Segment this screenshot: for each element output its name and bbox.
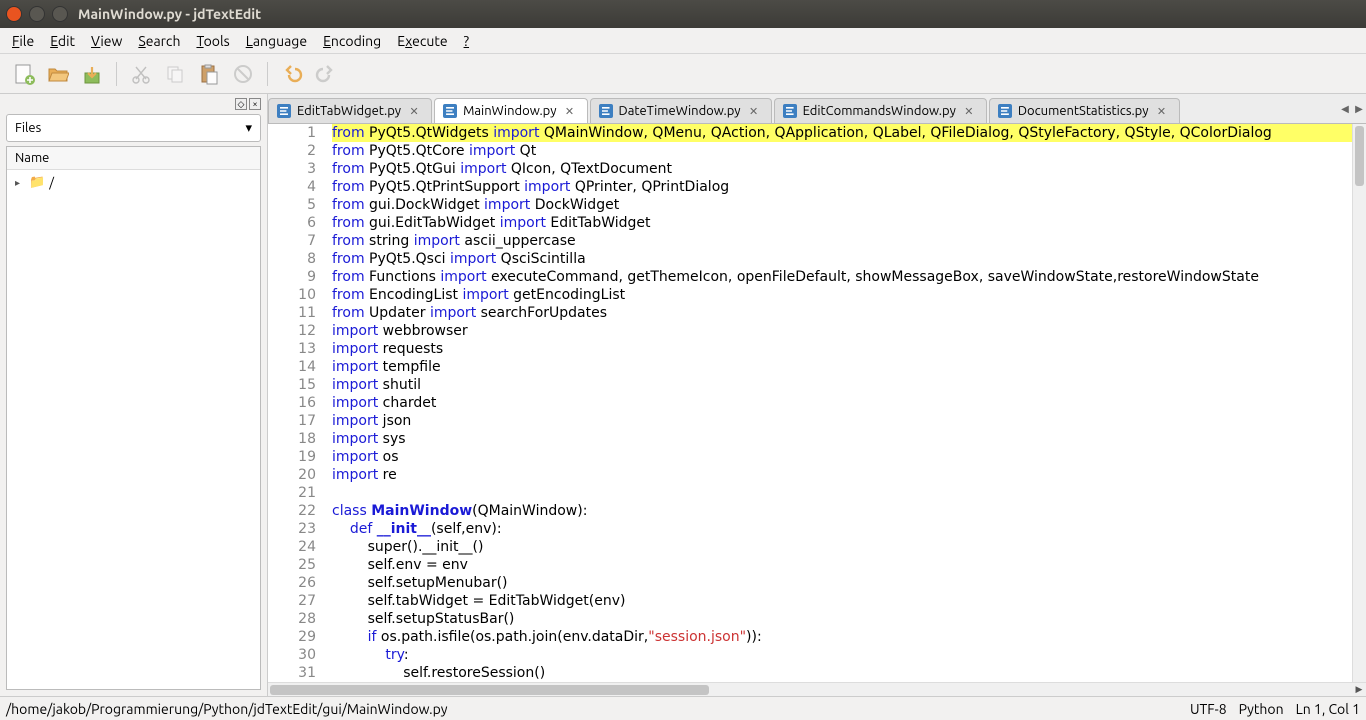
- file-icon: [277, 104, 291, 118]
- status-file-path: /home/jakob/Programmierung/Python/jdText…: [6, 701, 448, 717]
- file-icon: [998, 104, 1012, 118]
- window-controls: [6, 6, 68, 22]
- undo-button[interactable]: [278, 60, 306, 88]
- tab-close-button[interactable]: ✕: [407, 104, 421, 118]
- toolbar-separator: [267, 62, 268, 86]
- redo-button[interactable]: [312, 60, 340, 88]
- tab-label: DateTimeWindow.py: [619, 104, 741, 118]
- tree-root-row[interactable]: ▸ 📁 /: [11, 174, 256, 191]
- tab-label: EditCommandsWindow.py: [803, 104, 956, 118]
- tab-edittabwidget-py[interactable]: EditTabWidget.py ✕: [268, 98, 432, 123]
- line-number-gutter: 1234567891011121314151617181920212223242…: [268, 124, 326, 682]
- sidebar-undock-button[interactable]: ◇: [235, 98, 247, 110]
- code-content[interactable]: from PyQt5.QtWidgets import QMainWindow,…: [326, 124, 1352, 682]
- window-title: MainWindow.py - jdTextEdit: [78, 6, 261, 22]
- main-area: ◇ × Files ▾ Name ▸ 📁 / EditTabWidget.py ✕…: [0, 94, 1366, 696]
- menu-tools[interactable]: Tools: [188, 30, 237, 52]
- window-maximize-button[interactable]: [52, 6, 68, 22]
- dropdown-icon: ▾: [245, 121, 252, 136]
- titlebar: MainWindow.py - jdTextEdit: [0, 0, 1366, 28]
- tab-mainwindow-py[interactable]: MainWindow.py ✕: [434, 98, 587, 123]
- menu-search[interactable]: Search: [130, 30, 188, 52]
- horizontal-scrollbar-thumb[interactable]: [270, 685, 709, 695]
- tab-editcommandswindow-py[interactable]: EditCommandsWindow.py ✕: [774, 98, 987, 123]
- toolbar-separator: [116, 62, 117, 86]
- tab-label: DocumentStatistics.py: [1018, 104, 1149, 118]
- tab-documentstatistics-py[interactable]: DocumentStatistics.py ✕: [989, 98, 1180, 123]
- file-icon: [443, 104, 457, 118]
- save-file-button[interactable]: [78, 60, 106, 88]
- hscroll-right-button[interactable]: ▶: [1352, 683, 1366, 697]
- file-icon: [783, 104, 797, 118]
- file-icon: [599, 104, 613, 118]
- tab-label: MainWindow.py: [463, 104, 556, 118]
- tree-expand-icon[interactable]: ▸: [15, 177, 25, 189]
- open-file-button[interactable]: [44, 60, 72, 88]
- tree-root-label: /: [49, 176, 54, 190]
- tab-label: EditTabWidget.py: [297, 104, 401, 118]
- sidebar-view-label: Files: [15, 121, 41, 135]
- menu-encoding[interactable]: Encoding: [315, 30, 389, 52]
- menu-edit[interactable]: Edit: [42, 30, 83, 52]
- tab-datetimewindow-py[interactable]: DateTimeWindow.py ✕: [590, 98, 772, 123]
- tabs-container: EditTabWidget.py✕MainWindow.py✕DateTimeW…: [268, 98, 1338, 123]
- statusbar: /home/jakob/Programmierung/Python/jdText…: [0, 696, 1366, 720]
- paste-button[interactable]: [195, 60, 223, 88]
- window-minimize-button[interactable]: [29, 6, 45, 22]
- menu-execute[interactable]: Execute: [389, 30, 455, 52]
- status-language: Python: [1239, 701, 1284, 717]
- cut-button[interactable]: [127, 60, 155, 88]
- tree-body: ▸ 📁 /: [7, 170, 260, 689]
- menu-help[interactable]: ?: [456, 30, 477, 52]
- sidebar-dock-controls: ◇ ×: [2, 96, 265, 112]
- status-encoding: UTF-8: [1190, 701, 1227, 717]
- vertical-scrollbar-thumb[interactable]: [1355, 126, 1364, 186]
- horizontal-scrollbar[interactable]: ◀ ▶: [268, 682, 1366, 696]
- tab-scroll-left[interactable]: ◀: [1338, 95, 1352, 123]
- status-right: UTF-8 Python Ln 1, Col 1: [1190, 701, 1360, 717]
- menu-view[interactable]: View: [83, 30, 130, 52]
- copy-button[interactable]: [161, 60, 189, 88]
- window-close-button[interactable]: [6, 6, 22, 22]
- tab-close-button[interactable]: ✕: [747, 104, 761, 118]
- file-tree: Name ▸ 📁 /: [6, 146, 261, 690]
- vertical-scrollbar[interactable]: [1352, 124, 1366, 682]
- tab-close-button[interactable]: ✕: [563, 104, 577, 118]
- sidebar-view-selector[interactable]: Files ▾: [6, 114, 261, 142]
- tab-scroll-right[interactable]: ▶: [1352, 95, 1366, 123]
- menubar: File Edit View Search Tools Language Enc…: [0, 28, 1366, 54]
- folder-icon: 📁: [29, 175, 45, 190]
- menu-file[interactable]: File: [4, 30, 42, 52]
- tab-close-button[interactable]: ✕: [1155, 104, 1169, 118]
- status-cursor: Ln 1, Col 1: [1296, 701, 1360, 717]
- tree-column-header[interactable]: Name: [7, 147, 260, 170]
- toolbar: [0, 54, 1366, 94]
- sidebar: ◇ × Files ▾ Name ▸ 📁 /: [0, 94, 268, 696]
- new-file-button[interactable]: [10, 60, 38, 88]
- tab-strip: EditTabWidget.py✕MainWindow.py✕DateTimeW…: [268, 94, 1366, 124]
- code-editor[interactable]: 1234567891011121314151617181920212223242…: [268, 124, 1366, 682]
- editor-area: EditTabWidget.py✕MainWindow.py✕DateTimeW…: [268, 94, 1366, 696]
- delete-button[interactable]: [229, 60, 257, 88]
- menu-language[interactable]: Language: [238, 30, 315, 52]
- tab-close-button[interactable]: ✕: [962, 104, 976, 118]
- sidebar-close-button[interactable]: ×: [249, 98, 261, 110]
